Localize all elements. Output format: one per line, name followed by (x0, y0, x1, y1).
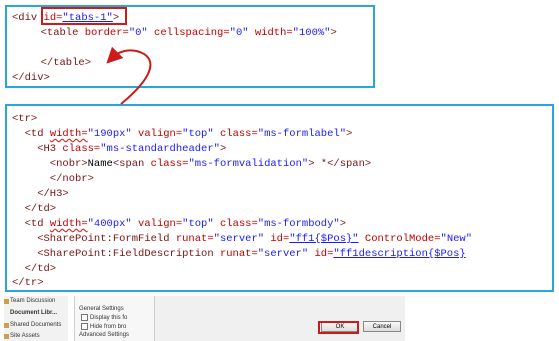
code-line-tr-close: </tr> (12, 277, 44, 289)
cancel-button[interactable]: Cancel (363, 321, 401, 332)
code-line-td2-close: </td> (12, 263, 57, 275)
code-line-h3-open: <H3 class="ms-standardheader"> (12, 143, 227, 155)
code-line-h3-close: </H3> (12, 188, 69, 200)
code-line-table-open: <table border="0" cellspacing="0" width=… (28, 27, 337, 39)
code-line-div-close: </div> (12, 72, 50, 84)
code-line-fielddescription: <SharePoint:FieldDescription runat="serv… (12, 248, 466, 260)
sidebar-item-site-assets[interactable]: Site Assets (4, 333, 40, 339)
folder-icon (4, 299, 9, 304)
dialog-button-bar: OK Cancel (154, 296, 405, 341)
sidebar-item-team-discussion[interactable]: Team Discussion (4, 298, 55, 304)
quick-launch-sidebar: Team Discussion Document Libr... Shared … (4, 296, 68, 341)
code-line-table-close: </table> (28, 57, 92, 69)
checkbox-checked[interactable] (81, 314, 88, 321)
folder-icon (4, 334, 9, 339)
dialog-fragment: Team Discussion Document Libr... Shared … (0, 296, 559, 341)
general-settings-heading: General Settings (79, 306, 124, 312)
code-line-td1-close: </td> (12, 203, 57, 215)
code-line-td2-open: <td width="400px" valign="top" class="ms… (12, 218, 347, 230)
folder-icon (4, 323, 9, 328)
settings-panel: General Settings Display this fo Hide fr… (74, 296, 155, 341)
sidebar-item-shared-documents[interactable]: Shared Documents (4, 322, 61, 328)
code-line-nobr: <nobr>Name<span class="ms-formvalidation… (12, 158, 372, 170)
id-highlight-box (41, 7, 127, 25)
sidebar-item-document-library[interactable]: Document Libr... (10, 310, 57, 316)
code-snippet-tr: <tr> <td width="190px" valign="top" clas… (5, 104, 554, 292)
code-line-tr-open: <tr> (12, 113, 38, 125)
checkbox[interactable] (81, 323, 88, 330)
display-option[interactable]: Display this fo (81, 314, 127, 321)
ok-highlight-box (318, 321, 359, 334)
code-line-formfield: <SharePoint:FormField runat="server" id=… (12, 233, 473, 245)
hide-option[interactable]: Hide from bro (81, 323, 126, 330)
code-line-nobr-close: </nobr> (12, 173, 94, 185)
advanced-settings-heading: Advanced Settings (79, 332, 130, 338)
code-line-td1-open: <td width="190px" valign="top" class="ms… (12, 128, 353, 140)
